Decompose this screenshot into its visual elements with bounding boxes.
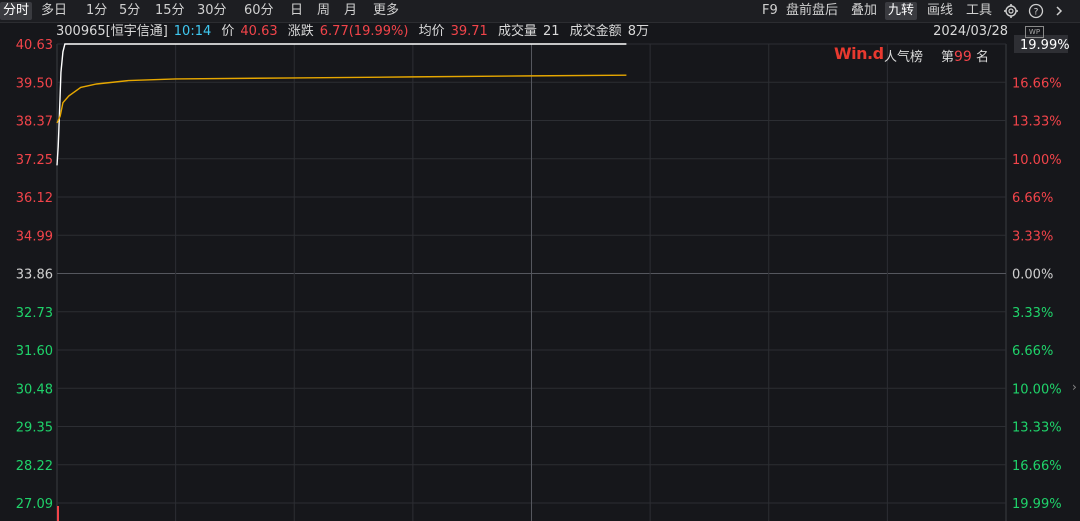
pct-tick-label: 6.66% <box>1012 344 1053 359</box>
pct-tick-label: 0.00% <box>1012 268 1053 283</box>
pct-tick-label: 13.33% <box>1012 421 1062 436</box>
pct-tick-label: 3.33% <box>1012 306 1053 321</box>
y-tick-label: 39.50 <box>16 76 53 91</box>
y-tick-label: 34.99 <box>16 229 53 244</box>
pct-tick-label: 6.66% <box>1012 191 1053 206</box>
wp-badge-icon: WP <box>1025 26 1044 38</box>
pct-tick-label: 10.00% <box>1012 153 1062 168</box>
wind-logo: Win.d <box>834 44 884 63</box>
expand-panel-icon[interactable]: › <box>1072 380 1077 394</box>
pct-tick-label: 3.33% <box>1012 229 1053 244</box>
rank-number: 99 <box>954 49 972 65</box>
popularity-rank: 第99 名 <box>941 46 989 65</box>
pct-tick-label: 19.99% <box>1012 497 1062 512</box>
rank-prefix: 第 <box>941 50 955 65</box>
y-tick-label: 29.35 <box>16 421 53 436</box>
y-tick-label: 40.63 <box>16 38 53 53</box>
pct-tick-label: 10.00% <box>1012 382 1062 397</box>
series-line-price <box>56 43 627 166</box>
rank-suffix: 名 <box>975 50 989 65</box>
y-tick-label: 30.48 <box>16 382 53 397</box>
pct-tick-label: 16.66% <box>1012 76 1062 91</box>
y-tick-label: 33.86 <box>16 268 53 283</box>
y-tick-label: 27.09 <box>16 497 53 512</box>
y-tick-label: 32.73 <box>16 306 53 321</box>
popularity-title[interactable]: 人气榜 <box>884 46 923 65</box>
pct-tick-label: 13.33% <box>1012 115 1062 130</box>
y-tick-label: 36.12 <box>16 191 53 206</box>
y-tick-label: 38.37 <box>16 115 53 130</box>
y-tick-label: 37.25 <box>16 153 53 168</box>
intraday-chart[interactable]: 40.63 39.50 38.37 37.25 36.12 34.99 33.86 32.73… <box>0 0 1080 521</box>
y-tick-label: 28.22 <box>16 459 53 474</box>
y-tick-label: 31.60 <box>16 344 53 359</box>
pct-tick-label: 19.99% <box>1020 38 1070 53</box>
pct-tick-label: 16.66% <box>1012 459 1062 474</box>
